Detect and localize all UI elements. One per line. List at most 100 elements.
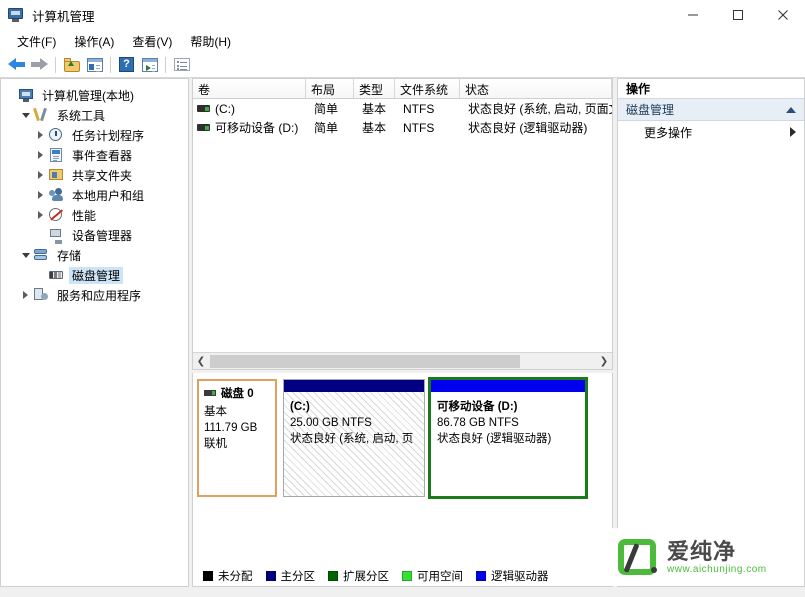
cell-type: 基本 bbox=[357, 119, 398, 136]
cell-type: 基本 bbox=[357, 100, 398, 117]
disk-icon bbox=[204, 390, 216, 396]
tree-item-3[interactable]: 事件查看器 bbox=[1, 145, 188, 165]
actions-item-more-actions[interactable]: 更多操作 bbox=[618, 121, 804, 143]
tree-item-label: 性能 bbox=[69, 207, 99, 224]
menu-view[interactable]: 查看(V) bbox=[123, 32, 181, 52]
partition-size: 25.00 GB NTFS bbox=[290, 415, 418, 431]
menu-file[interactable]: 文件(F) bbox=[8, 32, 65, 52]
legend-label: 主分区 bbox=[281, 568, 316, 584]
disk-capacity: 111.79 GB bbox=[204, 420, 270, 436]
table-row[interactable]: 可移动设备 (D:)简单基本NTFS状态良好 (逻辑驱动器) bbox=[193, 118, 612, 137]
tree-item-9[interactable]: 磁盘管理 bbox=[1, 265, 188, 285]
shared-folder-icon bbox=[48, 167, 65, 183]
legend-item-2: 扩展分区 bbox=[328, 568, 389, 584]
close-button[interactable] bbox=[760, 0, 805, 31]
tree-item-10[interactable]: 服务和应用程序 bbox=[1, 285, 188, 305]
table-row[interactable]: (C:)简单基本NTFS状态良好 (系统, 启动, 页面文件, bbox=[193, 99, 612, 118]
tree-expander[interactable] bbox=[33, 186, 48, 204]
tree-expander[interactable] bbox=[33, 146, 48, 164]
refresh-view-icon[interactable] bbox=[138, 54, 161, 76]
hscroll-thumb[interactable] bbox=[210, 355, 520, 368]
forward-arrow-icon[interactable] bbox=[28, 54, 51, 76]
cell-status: 状态良好 (逻辑驱动器) bbox=[463, 119, 612, 136]
partition-strip: (C:)25.00 GB NTFS状态良好 (系统, 启动, 页可移动设备 (D… bbox=[283, 379, 612, 497]
partition-box-1[interactable]: 可移动设备 (D:)86.78 GB NTFS状态良好 (逻辑驱动器) bbox=[430, 379, 586, 497]
console-tree: 计算机管理(本地)系统工具任务计划程序事件查看器共享文件夹本地用户和组性能设备管… bbox=[1, 79, 188, 305]
help-icon[interactable]: ? bbox=[115, 54, 138, 76]
partition-status: 状态良好 (逻辑驱动器) bbox=[437, 431, 579, 447]
volume-icon bbox=[197, 124, 210, 131]
column-header-filesystem[interactable]: 文件系统 bbox=[395, 79, 460, 98]
volume-list-hscrollbar[interactable]: ❮ ❯ bbox=[193, 352, 612, 369]
toolbar-separator bbox=[110, 57, 111, 73]
tree-expander[interactable] bbox=[18, 106, 33, 124]
tree-item-label: 共享文件夹 bbox=[69, 167, 135, 184]
tree-item-4[interactable]: 共享文件夹 bbox=[1, 165, 188, 185]
tree-item-6[interactable]: 性能 bbox=[1, 205, 188, 225]
hscroll-track[interactable] bbox=[209, 354, 596, 369]
disk-name: 磁盘 0 bbox=[221, 385, 254, 401]
users-icon bbox=[48, 187, 65, 203]
tree-item-5[interactable]: 本地用户和组 bbox=[1, 185, 188, 205]
computer-icon bbox=[18, 87, 35, 103]
tree-expander[interactable] bbox=[18, 286, 33, 304]
window-title: 计算机管理 bbox=[32, 6, 670, 25]
menu-bar: 文件(F) 操作(A) 查看(V) 帮助(H) bbox=[0, 31, 805, 52]
chevron-up-icon[interactable] bbox=[786, 107, 796, 113]
chevron-right-icon[interactable] bbox=[790, 127, 796, 137]
column-header-type[interactable]: 类型 bbox=[354, 79, 395, 98]
tree-item-7[interactable]: 设备管理器 bbox=[1, 225, 188, 245]
main-body: 计算机管理(本地)系统工具任务计划程序事件查看器共享文件夹本地用户和组性能设备管… bbox=[0, 78, 805, 587]
maximize-button[interactable] bbox=[715, 0, 760, 31]
column-header-status[interactable]: 状态 bbox=[460, 79, 612, 98]
tree-item-2[interactable]: 任务计划程序 bbox=[1, 125, 188, 145]
tree-expander[interactable] bbox=[33, 266, 48, 284]
toolbar: ? bbox=[0, 52, 805, 78]
cell-layout: 简单 bbox=[309, 119, 357, 136]
services-icon bbox=[33, 287, 50, 303]
tree-expander[interactable] bbox=[33, 226, 48, 244]
cell-volume: 可移动设备 (D:) bbox=[210, 119, 309, 136]
back-arrow-icon[interactable] bbox=[5, 54, 28, 76]
tree-expander[interactable] bbox=[33, 166, 48, 184]
partition-color-bar bbox=[284, 380, 424, 392]
column-header-layout[interactable]: 布局 bbox=[306, 79, 354, 98]
tree-item-label: 设备管理器 bbox=[69, 227, 135, 244]
tree-expander[interactable] bbox=[33, 126, 48, 144]
tree-expander[interactable] bbox=[33, 206, 48, 224]
actions-section-disk-management[interactable]: 磁盘管理 bbox=[618, 99, 804, 121]
tree-item-0[interactable]: 计算机管理(本地) bbox=[1, 85, 188, 105]
actions-item-label: 更多操作 bbox=[644, 124, 790, 141]
column-header-volume[interactable]: 卷 bbox=[193, 79, 306, 98]
storage-icon bbox=[33, 247, 50, 263]
actions-pane: 操作 磁盘管理 更多操作 爱纯净 www.aichunjing.com bbox=[617, 78, 805, 587]
tree-expander[interactable] bbox=[3, 86, 18, 104]
cell-volume: (C:) bbox=[210, 102, 309, 116]
tree-item-label: 任务计划程序 bbox=[69, 127, 147, 144]
toolbar-separator bbox=[165, 57, 166, 73]
tree-item-label: 磁盘管理 bbox=[69, 267, 123, 284]
up-folder-icon[interactable] bbox=[60, 54, 83, 76]
show-console-tree-icon[interactable] bbox=[83, 54, 106, 76]
tree-item-8[interactable]: 存储 bbox=[1, 245, 188, 265]
action-list-icon[interactable] bbox=[170, 54, 193, 76]
legend-item-3: 可用空间 bbox=[402, 568, 463, 584]
partition-box-0[interactable]: (C:)25.00 GB NTFS状态良好 (系统, 启动, 页 bbox=[283, 379, 425, 497]
scroll-left-icon[interactable]: ❮ bbox=[193, 354, 209, 369]
minimize-button[interactable] bbox=[670, 0, 715, 31]
disk-info-box[interactable]: 磁盘 0 基本 111.79 GB 联机 bbox=[197, 379, 277, 497]
disk-state: 联机 bbox=[204, 436, 270, 452]
disk-management-icon bbox=[48, 267, 65, 283]
tree-item-1[interactable]: 系统工具 bbox=[1, 105, 188, 125]
event-log-icon bbox=[48, 147, 65, 163]
watermark: 爱纯净 www.aichunjing.com bbox=[608, 528, 804, 586]
tree-item-label: 计算机管理(本地) bbox=[39, 87, 137, 104]
legend-swatch bbox=[402, 571, 412, 581]
legend-label: 扩展分区 bbox=[343, 568, 389, 584]
legend-item-4: 逻辑驱动器 bbox=[476, 568, 549, 584]
tree-expander[interactable] bbox=[18, 246, 33, 264]
status-strip bbox=[0, 587, 805, 597]
menu-action[interactable]: 操作(A) bbox=[65, 32, 123, 52]
scroll-right-icon[interactable]: ❯ bbox=[596, 354, 612, 369]
menu-help[interactable]: 帮助(H) bbox=[181, 32, 240, 52]
